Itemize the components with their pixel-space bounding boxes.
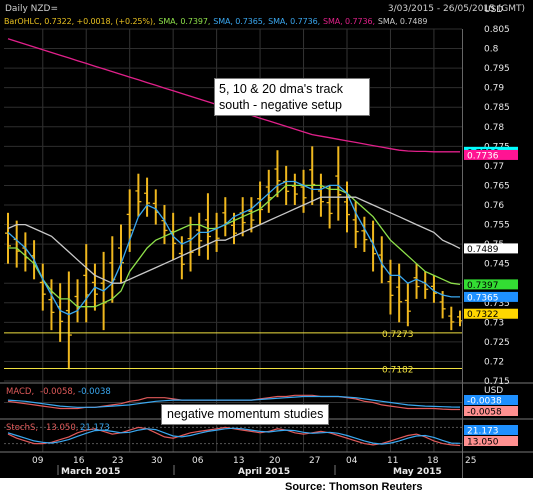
y-tick-label: 0.785 (484, 103, 510, 113)
y-tick-label: 0.725 (484, 338, 510, 348)
y-unit-label: USD (484, 5, 503, 15)
x-axis: 09 16 23 30 06 13 20 27 04 11 18 25 March 2015 April … (0, 451, 533, 477)
y-tick-label: 0.715 (484, 377, 510, 387)
y-tick-label: 0.8 (484, 45, 499, 55)
y-tick-label: 0.795 (484, 64, 510, 74)
y-tick-label: 0.77 (484, 162, 504, 172)
price-label-5: 0.7365 (467, 293, 499, 303)
annotation-negative-setup: 5, 10 & 20 dma's track south - negative … (214, 78, 370, 116)
x-day-label: 11 (387, 456, 398, 466)
y-tick-label: 0.765 (484, 181, 510, 191)
y-tick-label: 0.72 (484, 357, 504, 367)
source-credit: Source: Thomson Reuters (285, 481, 423, 493)
x-month-label: March 2015 (61, 467, 120, 477)
y-tick-label: 0.76 (484, 201, 504, 211)
macd-legend-name: MACD, (6, 387, 34, 397)
x-day-label: 13 (233, 456, 244, 466)
price-label-6: 0.7322 (467, 310, 499, 320)
y-tick-label: 0.805 (484, 25, 510, 35)
x-day-label: 25 (465, 456, 476, 466)
support-label: 0.7273 (382, 330, 414, 340)
chart-panel: Daily NZD= 3/03/2015 - 26/05/2015 (GMT) … (0, 0, 533, 478)
stoch-legend-name: StochS, (6, 423, 38, 433)
x-month-label: May 2015 (393, 467, 442, 477)
macd-unit: USD (484, 386, 503, 396)
macd-price-label-2: -0.0058 (467, 408, 502, 418)
stoch-price-label-1: 21.173 (467, 427, 499, 437)
macd-legend-v1: -0.0058, (40, 387, 76, 397)
y-tick-label: 0.79 (484, 84, 504, 94)
x-day-label: 04 (346, 456, 358, 466)
x-day-label: 27 (309, 456, 320, 466)
x-month-label: April 2015 (238, 467, 290, 477)
stoch-price-label-2: 13.050 (467, 438, 499, 448)
x-day-label: 20 (269, 456, 281, 466)
macd-price-label-1: -0.0038 (467, 397, 502, 407)
sma-line-1 (8, 184, 461, 308)
support-label: 0.7182 (382, 365, 414, 375)
x-day-label: 23 (112, 456, 123, 466)
x-day-label: 09 (32, 456, 44, 466)
stoch-legend-v1: 13.050, (46, 423, 78, 433)
stoch-legend-v2: 21.173 (80, 423, 110, 433)
y-tick-label: 0.755 (484, 221, 510, 231)
x-day-label: 18 (427, 456, 439, 466)
x-day-label: 06 (192, 456, 204, 466)
sma-line-2 (7, 180, 460, 316)
macd-legend-v2: -0.0038 (78, 387, 111, 397)
x-day-label: 16 (73, 456, 85, 466)
price-label-4: 0.7397 (467, 281, 499, 291)
y-tick-label: 0.745 (484, 260, 510, 270)
x-day-label: 30 (151, 456, 163, 466)
y-tick-label: 0.78 (484, 123, 504, 133)
annotation-momentum: negative momentum studies (161, 404, 330, 425)
price-label-3: 0.7489 (467, 245, 499, 255)
price-label-2: 0.7736 (467, 151, 499, 161)
